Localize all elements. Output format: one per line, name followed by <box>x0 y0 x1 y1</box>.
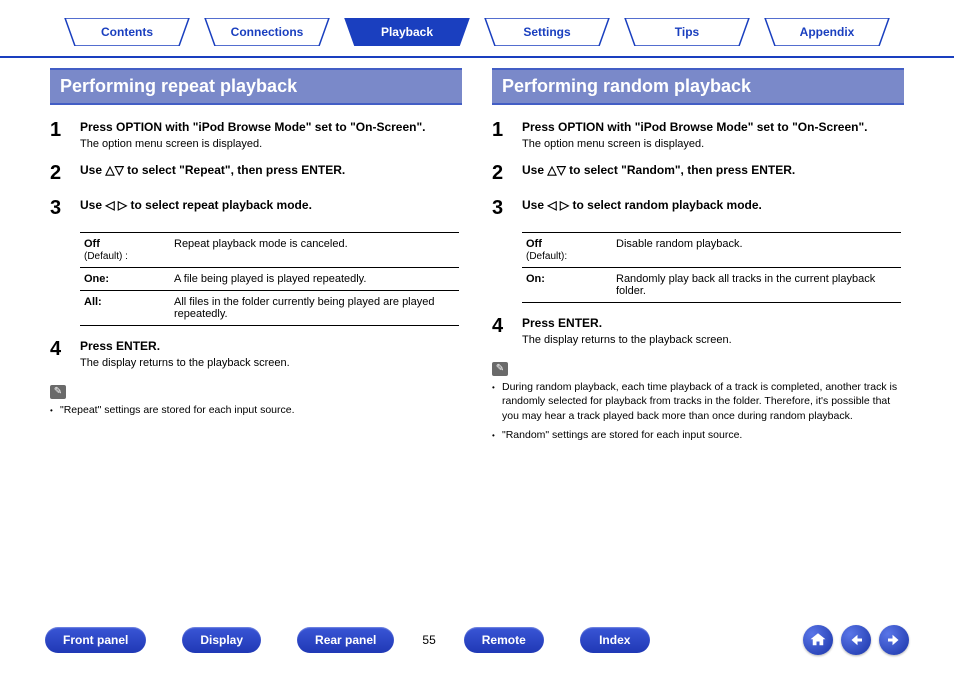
pencil-icon: ✎ <box>50 385 66 399</box>
tab-appendix[interactable]: Appendix <box>757 18 897 46</box>
step-4: 4 Press ENTER. The display returns to th… <box>492 315 904 346</box>
opt-key: All: <box>80 290 170 325</box>
tab-label: Tips <box>675 25 699 39</box>
top-nav: Contents Connections Playback Settings T… <box>0 0 954 58</box>
step-subtext: The option menu screen is displayed. <box>80 138 462 150</box>
rear-panel-button[interactable]: Rear panel <box>297 627 394 653</box>
opt-key: Off <box>84 238 100 250</box>
step-1: 1 Press OPTION with "iPod Browse Mode" s… <box>492 119 904 150</box>
step-title: Use ◁ ▷ to select random playback mode. <box>522 197 904 214</box>
note-item: "Repeat" settings are stored for each in… <box>50 403 462 418</box>
step-title: Press ENTER. <box>80 338 462 355</box>
note-item: "Random" settings are stored for each in… <box>492 428 904 443</box>
options-table: Off(Default) : Repeat playback mode is c… <box>80 232 459 326</box>
section-header-repeat: Performing repeat playback <box>50 68 462 105</box>
tab-contents[interactable]: Contents <box>57 18 197 46</box>
remote-button[interactable]: Remote <box>464 627 544 653</box>
tab-tips[interactable]: Tips <box>617 18 757 46</box>
tab-connections[interactable]: Connections <box>197 18 337 46</box>
step-number: 4 <box>50 338 68 369</box>
opt-val: A file being played is played repeatedly… <box>170 267 459 290</box>
triangle-up-down-icon: △▽ <box>105 163 123 177</box>
step-title: Use △▽ to select "Random", then press EN… <box>522 162 904 179</box>
step-number: 3 <box>492 197 510 220</box>
front-panel-button[interactable]: Front panel <box>45 627 146 653</box>
opt-val: All files in the folder currently being … <box>170 290 459 325</box>
note-item: During random playback, each time playba… <box>492 380 904 424</box>
step-2: 2 Use △▽ to select "Random", then press … <box>492 162 904 185</box>
bottom-bar: Front panel Display Rear panel 55 Remote… <box>0 625 954 655</box>
tab-label: Settings <box>523 25 570 39</box>
table-row: All: All files in the folder currently b… <box>80 290 459 325</box>
notes-list: "Repeat" settings are stored for each in… <box>50 403 462 418</box>
step-2: 2 Use △▽ to select "Repeat", then press … <box>50 162 462 185</box>
step-title: Press OPTION with "iPod Browse Mode" set… <box>522 119 904 136</box>
step-title: Use ◁ ▷ to select repeat playback mode. <box>80 197 462 214</box>
prev-page-icon[interactable] <box>841 625 871 655</box>
step-number: 1 <box>492 119 510 150</box>
tab-label: Appendix <box>800 25 855 39</box>
main-content: Performing repeat playback 1 Press OPTIO… <box>0 58 954 446</box>
opt-key-sub: (Default) : <box>84 251 128 262</box>
step-3: 3 Use ◁ ▷ to select repeat playback mode… <box>50 197 462 220</box>
table-row: Off(Default): Disable random playback. <box>522 232 901 267</box>
display-button[interactable]: Display <box>182 627 261 653</box>
step-number: 3 <box>50 197 68 220</box>
step-number: 4 <box>492 315 510 346</box>
tab-label: Playback <box>381 25 433 39</box>
left-column: Performing repeat playback 1 Press OPTIO… <box>50 68 462 446</box>
opt-key-sub: (Default): <box>526 251 567 262</box>
table-row: One: A file being played is played repea… <box>80 267 459 290</box>
step-title: Press ENTER. <box>522 315 904 332</box>
index-button[interactable]: Index <box>580 627 650 653</box>
step-title: Press OPTION with "iPod Browse Mode" set… <box>80 119 462 136</box>
opt-key: Off <box>526 238 542 250</box>
step-subtext: The option menu screen is displayed. <box>522 138 904 150</box>
options-table: Off(Default): Disable random playback. O… <box>522 232 901 303</box>
table-row: On: Randomly play back all tracks in the… <box>522 267 901 302</box>
triangle-left-right-icon: ◁ ▷ <box>105 198 127 212</box>
step-subtext: The display returns to the playback scre… <box>522 334 904 346</box>
tab-settings[interactable]: Settings <box>477 18 617 46</box>
tab-label: Contents <box>101 25 153 39</box>
next-page-icon[interactable] <box>879 625 909 655</box>
notes-list: During random playback, each time playba… <box>492 380 904 443</box>
step-1: 1 Press OPTION with "iPod Browse Mode" s… <box>50 119 462 150</box>
section-header-random: Performing random playback <box>492 68 904 105</box>
opt-key: On: <box>522 267 612 302</box>
triangle-up-down-icon: △▽ <box>547 163 565 177</box>
home-icon[interactable] <box>803 625 833 655</box>
tab-playback[interactable]: Playback <box>337 18 477 46</box>
step-3: 3 Use ◁ ▷ to select random playback mode… <box>492 197 904 220</box>
opt-val: Randomly play back all tracks in the cur… <box>612 267 901 302</box>
step-title: Use △▽ to select "Repeat", then press EN… <box>80 162 462 179</box>
nav-icons <box>803 625 909 655</box>
page-number: 55 <box>422 633 435 647</box>
step-number: 2 <box>492 162 510 185</box>
step-subtext: The display returns to the playback scre… <box>80 357 462 369</box>
opt-key: One: <box>80 267 170 290</box>
pencil-icon: ✎ <box>492 362 508 376</box>
table-row: Off(Default) : Repeat playback mode is c… <box>80 232 459 267</box>
opt-val: Disable random playback. <box>612 232 901 267</box>
right-column: Performing random playback 1 Press OPTIO… <box>492 68 904 446</box>
tab-label: Connections <box>231 25 304 39</box>
step-4: 4 Press ENTER. The display returns to th… <box>50 338 462 369</box>
step-number: 1 <box>50 119 68 150</box>
opt-val: Repeat playback mode is canceled. <box>170 232 459 267</box>
triangle-left-right-icon: ◁ ▷ <box>547 198 569 212</box>
step-number: 2 <box>50 162 68 185</box>
